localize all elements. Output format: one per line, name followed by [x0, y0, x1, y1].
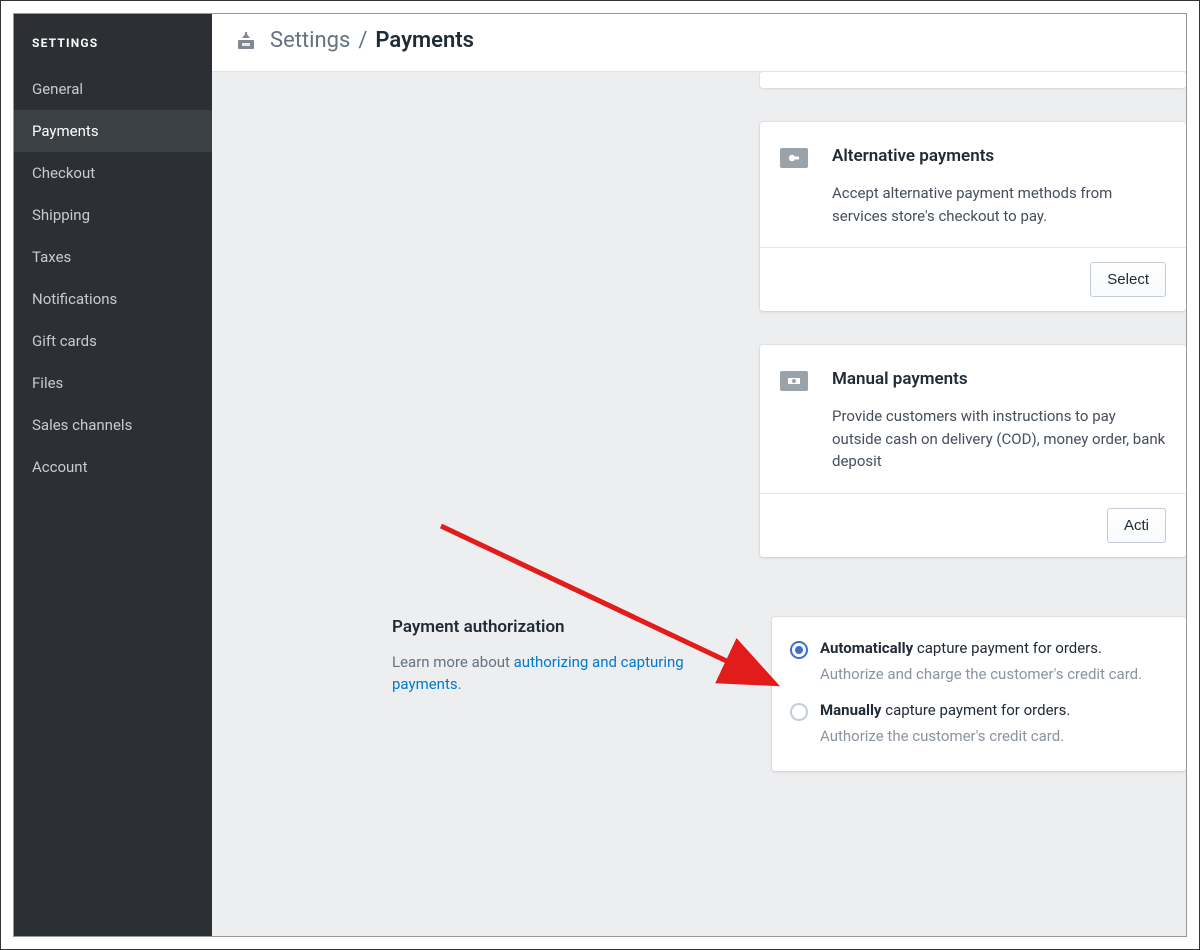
sidebar-item-sales-channels[interactable]: Sales channels	[14, 404, 212, 446]
alternative-payments-icon	[780, 148, 808, 168]
sidebar-item-payments[interactable]: Payments	[14, 110, 212, 152]
capture-manually-radio[interactable]	[790, 703, 808, 721]
content-scroll: Alternative payments Accept alternative …	[212, 72, 1186, 936]
learn-more-suffix: .	[458, 675, 462, 693]
alternative-payments-desc: Accept alternative payment methods from …	[832, 182, 1166, 227]
alternative-payments-card: Alternative payments Accept alternative …	[760, 122, 1186, 311]
alternative-payments-title: Alternative payments	[832, 146, 1166, 166]
sidebar-item-gift-cards[interactable]: Gift cards	[14, 320, 212, 362]
breadcrumb-sep: /	[358, 28, 367, 53]
capture-automatically-radio[interactable]	[790, 641, 808, 659]
activate-manual-button[interactable]: Acti	[1107, 508, 1166, 543]
capture-manually-label[interactable]: Manually capture payment for orders.	[820, 701, 1070, 719]
sidebar-header: SETTINGS	[14, 14, 212, 68]
payment-authorization-section: Payment authorization Learn more about a…	[212, 617, 1186, 771]
breadcrumb-root[interactable]: Settings	[270, 28, 350, 53]
settings-icon	[236, 32, 256, 50]
breadcrumb: Settings / Payments	[270, 28, 474, 53]
select-alternative-button[interactable]: Select	[1090, 262, 1166, 297]
sidebar-item-general[interactable]: General	[14, 68, 212, 110]
payment-capture-options: Automatically capture payment for orders…	[772, 617, 1186, 771]
top-bar: Settings / Payments	[212, 14, 1186, 72]
sidebar-item-taxes[interactable]: Taxes	[14, 236, 212, 278]
manual-payments-card: Manual payments Provide customers with i…	[760, 345, 1186, 557]
sidebar-item-account[interactable]: Account	[14, 446, 212, 488]
capture-manually-help: Authorize the customer's credit card.	[820, 727, 1168, 745]
previous-card-sliver	[760, 72, 1186, 88]
payment-authorization-help: Learn more about authorizing and capturi…	[392, 651, 732, 696]
payment-authorization-heading: Payment authorization	[392, 617, 732, 637]
main-area: Settings / Payments Alternative payments…	[212, 14, 1186, 936]
capture-automatically-label[interactable]: Automatically capture payment for orders…	[820, 639, 1102, 657]
sidebar-item-checkout[interactable]: Checkout	[14, 152, 212, 194]
breadcrumb-current: Payments	[375, 28, 474, 53]
manual-payments-icon	[780, 371, 808, 391]
learn-more-prefix: Learn more about	[392, 653, 514, 671]
sidebar-item-shipping[interactable]: Shipping	[14, 194, 212, 236]
settings-sidebar: SETTINGS General Payments Checkout Shipp…	[14, 14, 212, 936]
capture-automatically-help: Authorize and charge the customer's cred…	[820, 665, 1168, 683]
manual-payments-title: Manual payments	[832, 369, 1166, 389]
sidebar-item-notifications[interactable]: Notifications	[14, 278, 212, 320]
manual-payments-desc: Provide customers with instructions to p…	[832, 405, 1166, 473]
sidebar-item-files[interactable]: Files	[14, 362, 212, 404]
